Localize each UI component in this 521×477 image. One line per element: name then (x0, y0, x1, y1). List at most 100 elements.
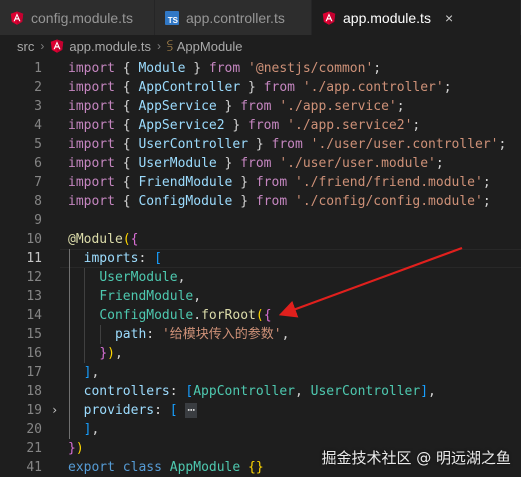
indent-guide (69, 249, 70, 439)
code-token: from (201, 61, 249, 76)
code-line[interactable]: 15 path: '给模块传入的参数', (0, 325, 521, 344)
line-number: 1 (34, 61, 42, 76)
code-line[interactable]: 7 import { FriendModule } from './friend/… (0, 173, 521, 192)
code-token: from (232, 156, 280, 171)
line-number: 5 (34, 137, 42, 152)
code-line[interactable]: 9 (0, 211, 521, 230)
code-text: path: '给模块传入的参数', (68, 325, 289, 344)
tab-config-module[interactable]: config.module.ts (0, 0, 155, 35)
code-text: import { FriendModule } from './friend/f… (68, 173, 491, 192)
line-number: 3 (34, 99, 42, 114)
code-line[interactable]: 14 ConfigModule.forRoot({ (0, 306, 521, 325)
code-line[interactable]: 20 ], (0, 420, 521, 439)
code-token: path (114, 327, 147, 342)
code-token: import (68, 156, 115, 171)
code-line[interactable]: 12 UserModule, (0, 268, 521, 287)
code-token: , (114, 346, 123, 361)
breadcrumb-file[interactable]: app.module.ts (69, 39, 151, 54)
code-token: FriendModule (130, 175, 241, 190)
code-token: ) (107, 346, 115, 361)
code-token: } (255, 137, 264, 152)
code-editor[interactable]: 1 import { Module } from '@nestjs/common'… (0, 57, 521, 476)
code-line[interactable]: 19 › providers: [ ⋯ (0, 401, 521, 420)
code-token: , (177, 270, 186, 285)
code-token: class (122, 460, 162, 475)
breadcrumb-folder[interactable]: src (17, 39, 34, 54)
code-line[interactable]: 5 import { UserController } from './user/… (0, 135, 521, 154)
code-token: { (122, 61, 131, 76)
code-token: './user/user.controller' (310, 137, 499, 152)
code-token: './app.service2' (287, 118, 413, 133)
code-line[interactable]: 13 FriendModule, (0, 287, 521, 306)
code-token: ( (255, 308, 264, 323)
code-text: import { Module } from '@nestjs/common'; (68, 59, 381, 78)
line-number: 12 (26, 270, 42, 285)
folded-ellipsis[interactable]: ⋯ (185, 403, 198, 418)
code-token: } (68, 441, 76, 456)
code-line[interactable]: 8 import { ConfigModule } from './config/… (0, 192, 521, 211)
code-token: [ (154, 251, 162, 266)
code-token: '给模块传入的参数' (161, 327, 282, 342)
code-token: from (263, 137, 311, 152)
typescript-icon: TS (165, 10, 179, 25)
code-line[interactable]: 3 import { AppService } from './app.servi… (0, 97, 521, 116)
code-line[interactable]: 1 import { Module } from '@nestjs/common'… (0, 59, 521, 78)
code-token: : (146, 327, 162, 342)
code-token: import (68, 61, 115, 76)
code-token: [ (169, 403, 178, 418)
close-icon[interactable]: × (445, 10, 453, 26)
code-line[interactable]: 2 import { AppController } from './app.co… (0, 78, 521, 97)
code-token: {} (248, 460, 264, 475)
code-line[interactable]: 4 import { AppService2 } from './app.serv… (0, 116, 521, 135)
code-token: ; (396, 99, 405, 114)
tab-label: app.module.ts (343, 9, 431, 26)
code-line[interactable]: 10 @Module({ (0, 230, 521, 249)
code-line[interactable]: 6 import { UserModule } from './user/user… (0, 154, 521, 173)
code-line[interactable]: 18 controllers: [AppController, UserCont… (0, 382, 521, 401)
fold-chevron-icon[interactable]: › (51, 401, 58, 420)
tab-app-controller[interactable]: TS app.controller.ts (155, 0, 312, 35)
code-token: './app.controller' (302, 80, 444, 95)
line-number: 19 (26, 403, 42, 418)
code-line[interactable]: 16 }), (0, 344, 521, 363)
code-token: @Module (68, 232, 123, 247)
line-number: 11 (26, 251, 42, 266)
code-token: , (91, 365, 100, 380)
indent-guide (100, 325, 101, 344)
code-token: { (122, 118, 131, 133)
code-text: imports: [ (68, 249, 162, 268)
code-token: import (68, 80, 115, 95)
line-number: 2 (34, 80, 42, 95)
code-token: import (68, 99, 115, 114)
code-line[interactable]: 17 ], (0, 363, 521, 382)
code-token: ; (412, 118, 421, 133)
code-token: ] (420, 384, 429, 399)
code-text: FriendModule, (68, 287, 201, 306)
code-token: } (248, 80, 256, 95)
code-token: , (294, 384, 311, 399)
line-number: 13 (26, 289, 42, 304)
breadcrumb-symbol[interactable]: AppModule (177, 39, 243, 54)
code-text: import { AppService2 } from './app.servi… (68, 116, 420, 135)
code-token: ; (435, 156, 444, 171)
chevron-right-icon: › (40, 39, 45, 53)
code-token: : (169, 384, 186, 399)
line-number: 15 (26, 327, 42, 342)
code-line[interactable]: 11 imports: [ (0, 249, 521, 268)
line-number: 21 (26, 441, 42, 456)
tab-app-module[interactable]: app.module.ts × (312, 0, 521, 35)
code-text: import { UserController } from './user/u… (68, 135, 506, 154)
code-token: } (240, 194, 249, 209)
code-token: } (240, 175, 249, 190)
angular-icon (50, 39, 64, 53)
code-token: { (122, 175, 131, 190)
code-token: './app.service' (279, 99, 397, 114)
